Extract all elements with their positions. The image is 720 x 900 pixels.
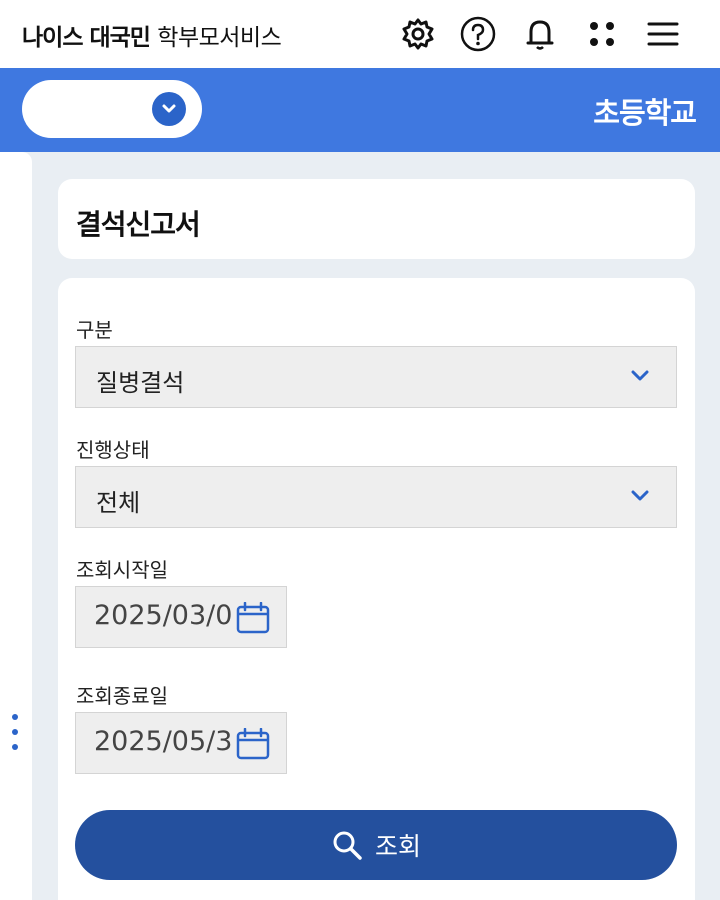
start-date-label: 조회시작일 (76, 558, 168, 582)
status-select[interactable]: 전체 (75, 466, 677, 528)
page-title: 결석신고서 (76, 208, 201, 241)
category-select[interactable]: 질병결석 (75, 346, 677, 408)
help-icon[interactable] (458, 14, 498, 54)
search-form: 구분 질병결석 진행상태 전체 조회시작일 2025/03/0 조회종료일 20… (58, 278, 695, 900)
brand-logo[interactable]: 나이스 대국민 학부모서비스 (22, 18, 282, 52)
side-panel (0, 152, 32, 900)
chevron-down-icon (631, 370, 649, 381)
end-date-value: 2025/05/3 (94, 726, 233, 757)
main-content: 결석신고서 구분 질병결석 진행상태 전체 조회시작일 2025/03/0 조회… (0, 152, 720, 900)
gear-icon[interactable] (398, 14, 438, 54)
brand-service: 학부모서비스 (157, 25, 282, 51)
calendar-icon[interactable] (236, 601, 270, 634)
calendar-icon[interactable] (236, 727, 270, 760)
more-vertical-icon[interactable] (10, 714, 20, 758)
search-button[interactable]: 조회 (75, 810, 677, 880)
search-icon (333, 831, 362, 860)
status-label: 진행상태 (76, 438, 150, 462)
bell-icon[interactable] (520, 14, 560, 54)
status-value: 전체 (96, 489, 141, 517)
title-card: 결석신고서 (58, 179, 695, 259)
end-date-label: 조회종료일 (76, 684, 168, 708)
brand-name: 나이스 대국민 (22, 25, 151, 51)
school-level-label: 초등학교 (593, 96, 697, 130)
chevron-down-icon[interactable] (152, 92, 186, 126)
menu-icon[interactable] (643, 14, 683, 54)
top-header: 나이스 대국민 학부모서비스 (0, 0, 720, 68)
end-date-field[interactable]: 2025/05/3 (75, 712, 287, 774)
search-button-label: 조회 (374, 832, 421, 861)
start-date-value: 2025/03/0 (94, 600, 233, 631)
category-label: 구분 (76, 318, 113, 342)
apps-icon[interactable] (582, 14, 622, 54)
chevron-down-icon (631, 490, 649, 501)
school-selector[interactable] (22, 80, 202, 138)
start-date-field[interactable]: 2025/03/0 (75, 586, 287, 648)
school-bar: 초등학교 (0, 68, 720, 152)
category-value: 질병결석 (96, 369, 185, 397)
